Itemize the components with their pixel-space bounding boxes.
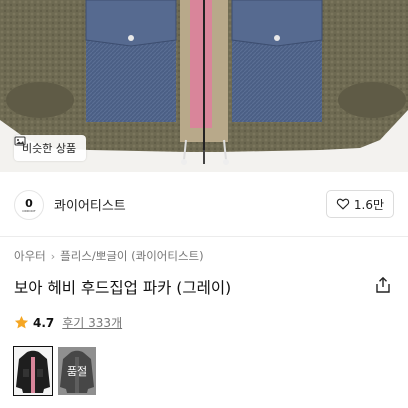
breadcrumb-item-fleece[interactable]: 플리스/뽀글이 (콰이어티스트) [60, 248, 203, 264]
seller-logo[interactable]: 0 ODDOOT [14, 190, 44, 220]
heart-outline-icon [336, 198, 350, 210]
similar-products-button[interactable]: 비슷한 상품 [14, 135, 87, 161]
seller-name[interactable]: 콰이어티스트 [54, 195, 126, 214]
rating-row: 4.7 후기 333개 [14, 314, 122, 331]
product-title: 보아 헤비 후드집업 파카 (그레이) [14, 279, 232, 297]
seller-row: 0 ODDOOT 콰이어티스트 1.6만 [0, 172, 408, 237]
soldout-badge: 품절 [58, 347, 96, 395]
similar-products-label: 비슷한 상품 [22, 142, 77, 155]
reviews-link[interactable]: 후기 333개 [62, 314, 122, 331]
product-image[interactable]: 비슷한 상품 [0, 0, 408, 172]
color-option-black[interactable] [13, 346, 53, 396]
share-icon[interactable] [374, 276, 392, 294]
image-icon [14, 136, 26, 146]
breadcrumb: 아우터 › 플리스/뽀글이 (콰이어티스트) [14, 248, 204, 264]
jacket-thumbnail-black [14, 347, 52, 395]
chevron-right-icon: › [50, 249, 56, 263]
color-option-gray[interactable]: 품절 [58, 347, 96, 395]
color-options: 품절 [13, 346, 96, 396]
like-button[interactable]: 1.6만 [325, 190, 394, 218]
breadcrumb-item-outer[interactable]: 아우터 [14, 248, 46, 264]
rating-score: 4.7 [33, 315, 55, 330]
like-count: 1.6만 [353, 197, 384, 212]
star-icon [14, 315, 29, 329]
